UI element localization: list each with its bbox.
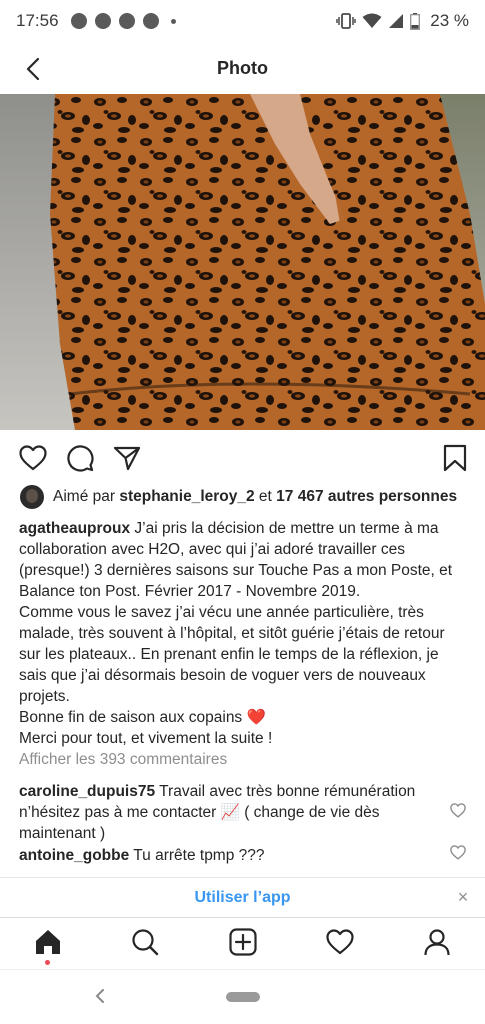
back-button[interactable] bbox=[18, 54, 48, 84]
system-home-pill[interactable] bbox=[226, 992, 260, 1002]
comment-like-button[interactable] bbox=[450, 845, 468, 863]
status-time: 17:56 bbox=[16, 11, 59, 30]
tab-search[interactable] bbox=[129, 926, 161, 958]
red-heart-emoji: ❤️ bbox=[246, 709, 266, 726]
leopard-dress-photo bbox=[0, 94, 485, 430]
status-right: 23 % bbox=[336, 11, 469, 31]
bookmark-icon bbox=[443, 444, 467, 472]
search-icon bbox=[132, 929, 159, 956]
likes-summary[interactable]: Aimé par stephanie_leroy_2 et 17 467 aut… bbox=[20, 484, 457, 510]
battery-icon bbox=[410, 12, 421, 30]
notification-dot-icon bbox=[170, 18, 176, 24]
likes-count[interactable]: 17 467 autres personnes bbox=[276, 488, 457, 506]
bottom-tab-bar bbox=[0, 917, 485, 969]
like-button[interactable] bbox=[17, 442, 49, 474]
caption-paragraph-3: Bonne fin de saison aux copains bbox=[19, 709, 243, 726]
likes-prefix: Aimé par bbox=[53, 488, 116, 505]
notification-dot bbox=[45, 960, 50, 965]
wifi-icon bbox=[362, 13, 382, 28]
heart-icon bbox=[450, 803, 466, 818]
tab-home[interactable] bbox=[32, 926, 64, 958]
tab-activity[interactable] bbox=[324, 926, 356, 958]
header: Photo bbox=[0, 42, 485, 94]
avatar bbox=[20, 485, 44, 509]
liker-username[interactable]: stephanie_leroy_2 bbox=[119, 488, 254, 506]
comment-username[interactable]: antoine_gobbe bbox=[19, 847, 129, 864]
share-icon bbox=[113, 446, 141, 471]
battery-percent: 23 % bbox=[430, 11, 469, 30]
chrome-icon bbox=[94, 13, 111, 29]
status-app-icons bbox=[70, 13, 176, 29]
likes-connector: et bbox=[258, 488, 272, 505]
comment-text: Tu arrête tpmp ??? bbox=[133, 847, 265, 864]
page-title: Photo bbox=[217, 57, 268, 78]
system-navigation-bar bbox=[0, 969, 485, 1024]
vibrate-icon bbox=[336, 13, 356, 29]
save-button[interactable] bbox=[439, 442, 471, 474]
comment-username[interactable]: caroline_dupuis75 bbox=[19, 783, 155, 800]
chevron-left-icon bbox=[95, 989, 104, 1003]
status-bar: 17:56 23 % bbox=[0, 0, 485, 42]
comment-item: antoine_gobbe Tu arrête tpmp ??? bbox=[19, 845, 439, 866]
chrome-icon bbox=[142, 13, 159, 29]
activity-heart-icon bbox=[326, 929, 354, 955]
caption-paragraph-4: Merci pour tout, et vivement la suite ! bbox=[19, 730, 273, 747]
post-caption: agatheauproux J’ai pris la décision de m… bbox=[19, 518, 469, 749]
heart-icon bbox=[19, 445, 47, 471]
comment-like-button[interactable] bbox=[450, 803, 468, 821]
use-app-banner: Utiliser l’app × bbox=[0, 877, 485, 917]
view-all-comments-link[interactable]: Afficher les 393 commentaires bbox=[19, 751, 227, 769]
close-icon[interactable]: × bbox=[453, 887, 473, 907]
signal-icon bbox=[389, 14, 404, 28]
post-actions bbox=[0, 438, 485, 478]
tab-new-post[interactable] bbox=[227, 926, 259, 958]
post-photo[interactable] bbox=[0, 94, 485, 430]
chevron-left-icon bbox=[26, 57, 40, 81]
use-app-button[interactable]: Utiliser l’app bbox=[194, 889, 290, 907]
tab-profile[interactable] bbox=[421, 926, 453, 958]
profile-icon bbox=[424, 929, 450, 956]
caption-username[interactable]: agatheauproux bbox=[19, 520, 130, 537]
share-button[interactable] bbox=[111, 442, 143, 474]
comment-button[interactable] bbox=[64, 442, 96, 474]
home-icon bbox=[36, 930, 60, 954]
system-back-button[interactable] bbox=[90, 986, 110, 1006]
heart-icon bbox=[450, 845, 466, 860]
caption-paragraph-2: Comme vous le savez j’ai vécu une année … bbox=[19, 604, 445, 705]
chrome-icon bbox=[118, 13, 135, 29]
comment-item: caroline_dupuis75 Travail avec très bonn… bbox=[19, 781, 439, 844]
add-post-icon bbox=[229, 928, 257, 956]
whatsapp-icon bbox=[70, 13, 87, 29]
comment-icon bbox=[67, 445, 94, 472]
